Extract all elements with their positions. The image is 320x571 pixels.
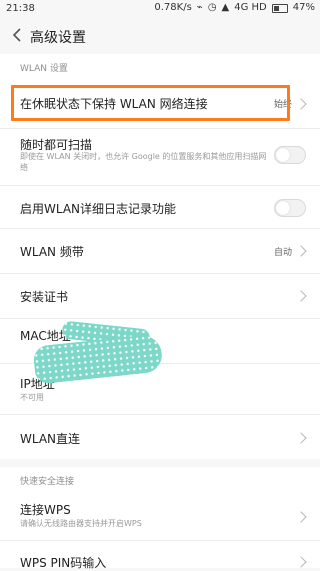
chevron-right-icon [295, 511, 307, 523]
chevron-right-icon [295, 556, 307, 568]
always-scan-description: 即使在 WLAN 关闭时，也允许 Google 的位置服务和其他应用扫描网络 [20, 152, 267, 172]
ip-address-value: 不可用 [20, 393, 44, 402]
chevron-right-icon [295, 245, 307, 257]
connect-wps-row[interactable]: 连接WPS 请确认无线路由器支持并开启WPS [0, 494, 320, 540]
wlan-direct-label: WLAN直连 [20, 432, 81, 446]
network-speed: 0.78K/s [154, 2, 192, 13]
wlan-band-row[interactable]: WLAN 频带 自动 [0, 229, 320, 273]
wps-pin-label: WPS PIN码输入 [20, 556, 107, 570]
battery-icon [271, 3, 288, 13]
wlan-band-label: WLAN 频带 [20, 245, 84, 259]
toggle-knob [276, 201, 290, 215]
connect-wps-label: 连接WPS [20, 503, 71, 517]
wlan-band-value: 自动 [273, 248, 292, 258]
network-type: 4G HD [234, 2, 267, 13]
alarm-icon: ◷ [207, 2, 217, 13]
install-certificate-row[interactable]: 安装证书 [0, 274, 320, 318]
back-icon[interactable] [10, 27, 26, 43]
detail-log-toggle[interactable] [274, 199, 306, 217]
page-title: 高级设置 [30, 30, 86, 46]
chevron-right-icon [295, 290, 307, 302]
section-wlan-settings: WLAN 设置 [20, 64, 68, 74]
signal-icon: ▲ [221, 2, 230, 13]
chevron-right-icon [295, 98, 307, 110]
battery-percent: 47% [292, 2, 315, 13]
wps-pin-row[interactable]: WPS PIN码输入 [0, 541, 320, 570]
always-scan-row[interactable]: 随时都可扫描 即使在 WLAN 关闭时，也允许 Google 的位置服务和其他应… [0, 129, 320, 179]
wlan-direct-row[interactable]: WLAN直连 [0, 415, 320, 459]
toolbar: 高级设置 [0, 18, 320, 54]
status-icons: 0.78K/s ⌁ ◷ ▲ 4G HD 47% [154, 3, 315, 13]
install-certificate-label: 安装证书 [20, 290, 69, 304]
status-time: 21:38 [6, 3, 35, 14]
connect-wps-description: 请确认无线路由器支持并开启WPS [20, 519, 142, 528]
toggle-knob [276, 148, 290, 162]
highlight-box [11, 85, 290, 121]
detail-log-row[interactable]: 启用WLAN详细日志记录功能 [0, 186, 320, 228]
detail-log-label: 启用WLAN详细日志记录功能 [20, 202, 177, 216]
section-wps-settings: 快速安全连接 [20, 477, 75, 487]
always-scan-toggle[interactable] [274, 146, 306, 164]
status-bar: 21:38 0.78K/s ⌁ ◷ ▲ 4G HD 47% [0, 0, 320, 18]
wifi-icon: ⌁ [196, 2, 203, 13]
chevron-right-icon [295, 432, 307, 444]
